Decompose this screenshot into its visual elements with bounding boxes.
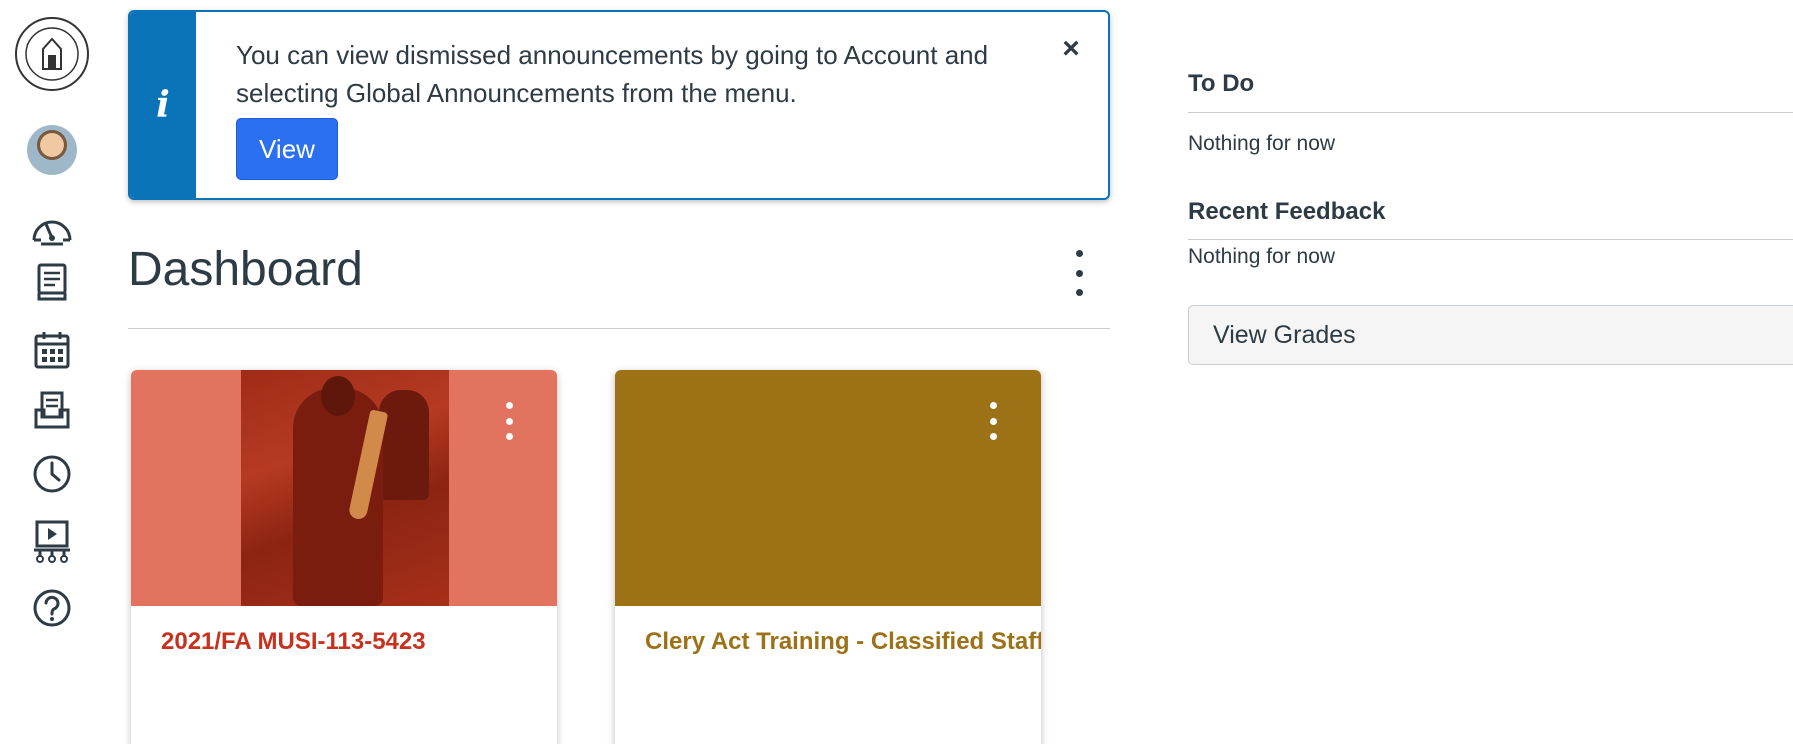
close-icon[interactable]: × [1056, 34, 1086, 64]
nav-help[interactable] [14, 580, 90, 636]
global-navigation [0, 0, 110, 744]
calendar-icon [34, 332, 70, 369]
view-grades-button[interactable]: View Grades [1188, 305, 1793, 365]
global-announcement: i You can view dismissed announcements b… [128, 10, 1110, 200]
announcement-line-1: You can view dismissed announcements by … [236, 40, 989, 70]
courses-icon [37, 263, 67, 301]
avatar [27, 125, 77, 175]
inbox-icon [34, 391, 70, 429]
dashboard-divider [128, 328, 1110, 329]
clock-icon [33, 455, 71, 493]
announcement-line-2: selecting Global Announcements from the … [236, 78, 797, 108]
right-sidebar: To Do Nothing for now Recent Feedback No… [1188, 0, 1793, 744]
course-card-title[interactable]: Clery Act Training - Classified Staff [645, 628, 1041, 656]
nav-dashboard[interactable] [14, 200, 90, 256]
course-card-image [241, 370, 449, 606]
nav-account[interactable] [14, 122, 90, 178]
todo-divider [1188, 112, 1793, 113]
nav-calendar[interactable] [14, 322, 90, 378]
course-card-title[interactable]: 2021/FA MUSI-113-5423 [161, 628, 426, 656]
recent-feedback-heading: Recent Feedback [1188, 198, 1386, 225]
nav-studio[interactable] [14, 514, 90, 570]
feedback-divider [1188, 239, 1793, 240]
course-card-header[interactable] [131, 370, 557, 606]
dashboard-options-icon[interactable] [1064, 250, 1094, 296]
dashboard-icon [32, 220, 72, 246]
course-card-options-icon[interactable] [983, 402, 1003, 440]
course-card-header[interactable] [615, 370, 1041, 606]
studio-icon [34, 520, 70, 563]
todo-empty-message: Nothing for now [1188, 132, 1336, 155]
nav-courses[interactable] [14, 254, 90, 310]
info-icon: i [156, 84, 170, 126]
todo-heading: To Do [1188, 70, 1255, 97]
nav-inbox[interactable] [14, 382, 90, 438]
help-icon [33, 589, 71, 627]
announcement-message: You can view dismissed announcements by … [236, 36, 1016, 112]
college-logo[interactable] [10, 12, 94, 96]
college-seal-icon [15, 17, 89, 91]
course-card-clery-act[interactable]: Clery Act Training - Classified Staff [615, 370, 1041, 744]
nav-history[interactable] [14, 446, 90, 502]
course-card-musi-113[interactable]: 2021/FA MUSI-113-5423 [131, 370, 557, 744]
course-card-options-icon[interactable] [499, 402, 519, 440]
feedback-empty-message: Nothing for now [1188, 245, 1336, 268]
view-announcements-button[interactable]: View [236, 118, 338, 180]
announcement-info-stripe: i [130, 12, 196, 198]
page-title: Dashboard [128, 243, 363, 296]
